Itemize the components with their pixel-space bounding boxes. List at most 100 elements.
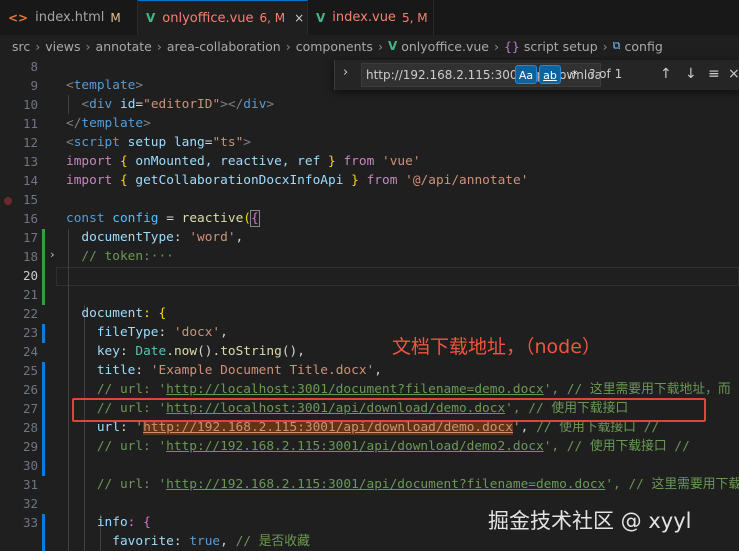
token: } — [328, 154, 336, 169]
breadcrumb-item[interactable]: area-collaboration — [167, 39, 281, 54]
token: ', // 这里需要用下载 — [605, 477, 739, 492]
token: 'vue' — [382, 154, 421, 169]
token: , — [520, 420, 529, 435]
token: lang — [173, 135, 205, 150]
line-number: 18 — [22, 249, 38, 264]
code-line: 15 — [0, 190, 739, 209]
breadcrumb-item[interactable]: onlyoffice.vue — [401, 39, 489, 54]
token: div — [243, 97, 267, 112]
token: // url: ' — [96, 439, 167, 454]
breadcrumb-item[interactable]: src — [12, 39, 30, 54]
token: > — [243, 135, 252, 150]
tab-label: onlyoffice.vue — [162, 10, 254, 26]
token: true — [189, 534, 221, 549]
line-number: 14 — [22, 173, 38, 188]
watermark: 掘金技术社区 @ xyyl — [488, 509, 692, 533]
token: { — [119, 154, 128, 169]
tab-onlyoffice-vue[interactable]: V onlyoffice.vue 6, M × — [138, 0, 308, 35]
breadcrumb-item[interactable]: script setup — [524, 39, 598, 54]
tab-status: 6, M — [259, 11, 286, 25]
token: documentType — [81, 230, 174, 245]
token: import — [66, 154, 113, 169]
token: "ts" — [212, 135, 244, 150]
line-number: 21 — [22, 287, 38, 302]
token: > — [266, 97, 275, 112]
breadcrumb-item[interactable]: config — [625, 39, 663, 54]
token: url — [96, 420, 120, 435]
breadcrumb-item[interactable]: views — [45, 39, 80, 54]
tab-index-vue[interactable]: V index.vue 5, M — [308, 0, 434, 35]
line-number: 33 — [22, 515, 38, 530]
token: { — [119, 173, 128, 188]
breadcrumb-item[interactable]: annotate — [96, 39, 152, 54]
token: // url: ' — [96, 477, 167, 492]
token: import — [66, 173, 113, 188]
tab-status: M — [110, 10, 121, 25]
token: onMounted, reactive, ref — [135, 154, 321, 169]
line-number: 13 — [22, 154, 38, 169]
annotation-note: 文档下载地址，（node） — [392, 336, 601, 358]
token: toString — [220, 344, 282, 359]
match-whole-word-toggle[interactable]: ab — [539, 65, 561, 84]
chevron-right-icon: › — [377, 38, 383, 54]
token: = — [166, 211, 174, 226]
line-number: 12 — [22, 135, 38, 150]
chevron-right-icon: › — [285, 38, 291, 54]
token: "editorID" — [143, 97, 221, 112]
token: title — [96, 363, 136, 378]
code-line: 22 document: { — [0, 304, 739, 323]
code-line: 16 const config = reactive({ — [0, 209, 739, 228]
close-icon[interactable]: × — [728, 66, 739, 82]
token: (). — [197, 344, 221, 359]
annotation-highlight-box — [72, 398, 706, 422]
token: // 是否收藏 — [235, 534, 310, 549]
chevron-right-icon: › — [493, 38, 499, 54]
match-case-toggle[interactable]: Aa — [515, 65, 537, 84]
token: </ — [66, 116, 82, 131]
line-number: 26 — [22, 382, 38, 397]
next-match-arrow-icon[interactable]: ↓ — [685, 66, 697, 82]
toggle-replace-chevron-icon[interactable]: › — [343, 65, 348, 80]
token: : { — [143, 306, 167, 321]
token: : — [135, 363, 144, 378]
token: 'word' — [189, 230, 236, 245]
token: : — [119, 344, 128, 359]
html-file-icon: <> — [8, 10, 29, 25]
find-widget: › http://192.168.2.115:3001/api/download… — [334, 60, 739, 90]
tab-status: 5, M — [401, 10, 428, 25]
close-icon[interactable]: × — [294, 11, 304, 25]
line-number: 9 — [30, 78, 38, 93]
token: } — [351, 173, 359, 188]
regex-toggle[interactable]: .* — [563, 65, 583, 84]
token: : — [119, 420, 128, 435]
token: , — [374, 363, 382, 378]
vue-file-icon: V — [316, 10, 326, 25]
line-number: 24 — [22, 344, 38, 359]
previous-match-arrow-icon[interactable]: ↑ — [660, 66, 672, 82]
token: Date — [135, 344, 167, 359]
token: 'docx' — [173, 325, 221, 340]
token: : — [158, 325, 167, 340]
line-number: 17 — [22, 230, 38, 245]
token: template — [73, 78, 136, 93]
token: from — [366, 173, 398, 188]
token: const — [66, 211, 105, 226]
token: : — [173, 534, 182, 549]
line-number: 11 — [22, 116, 38, 131]
tab-index-html[interactable]: <> index.html M — [0, 0, 138, 35]
token: document — [81, 306, 144, 321]
breadcrumb-item[interactable]: components — [296, 39, 373, 54]
token: ', // 使用下载接口 // — [543, 439, 690, 454]
token: id — [119, 97, 136, 112]
code-editor[interactable]: › 8 9 <template> 10 <div id="editorID"><… — [0, 57, 739, 551]
code-line: 23 fileType: 'docx', — [0, 323, 739, 342]
token: div — [89, 97, 113, 112]
find-in-selection-icon[interactable]: ≡ — [708, 66, 720, 82]
token: fileType — [96, 325, 159, 340]
token: < — [66, 78, 74, 93]
line-number: 15 — [22, 192, 38, 207]
chevron-right-icon: › — [156, 38, 162, 54]
token: getCollaborationDocxInfoApi — [135, 173, 344, 188]
line-number: 22 — [22, 306, 38, 321]
tab-label: index.vue — [332, 10, 396, 25]
